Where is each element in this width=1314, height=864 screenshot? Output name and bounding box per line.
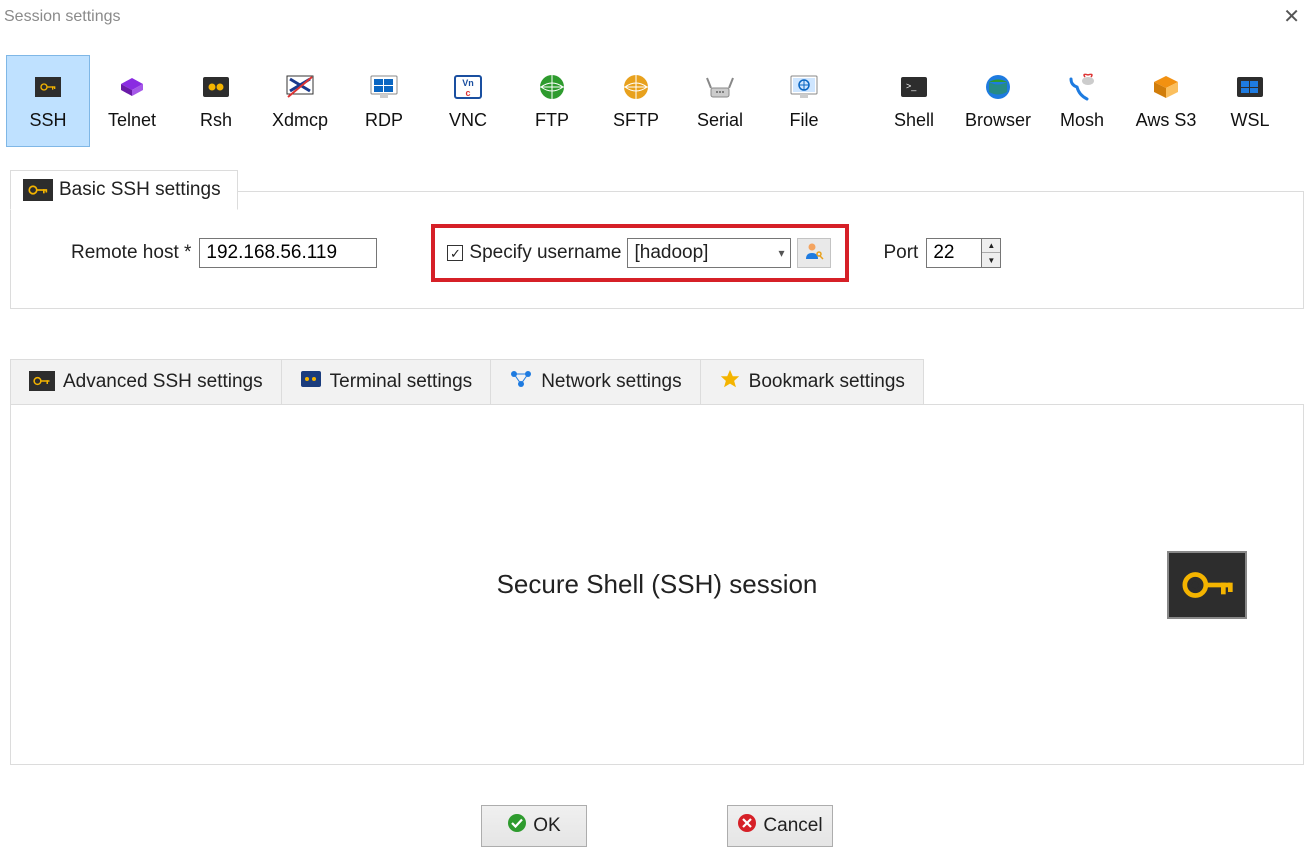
specify-username-checkbox[interactable]: ✓	[447, 245, 463, 261]
type-awss3[interactable]: Aws S3	[1124, 55, 1208, 147]
type-ftp[interactable]: FTP	[510, 55, 594, 147]
basic-settings-group: Basic SSH settings Remote host * ✓ Speci…	[10, 191, 1304, 309]
type-label: Shell	[894, 110, 934, 131]
type-shell[interactable]: >_ Shell	[872, 55, 956, 147]
svg-text:Vn: Vn	[462, 78, 474, 88]
type-vnc[interactable]: Vnc VNC	[426, 55, 510, 147]
dialog-footer: OK Cancel	[0, 805, 1314, 847]
type-label: VNC	[449, 110, 487, 131]
ssh-icon	[30, 72, 66, 102]
type-label: FTP	[535, 110, 569, 131]
type-browser[interactable]: Browser	[956, 55, 1040, 147]
type-telnet[interactable]: Telnet	[90, 55, 174, 147]
username-highlight: ✓ Specify username [hadoop] ▾	[431, 224, 849, 282]
type-label: Mosh	[1060, 110, 1104, 131]
username-value: [hadoop]	[634, 242, 708, 264]
rsh-icon	[198, 72, 234, 102]
browser-icon	[980, 72, 1016, 102]
terminal-icon	[300, 370, 322, 394]
session-type-row: SSH Telnet Rsh Xdmcp RDP Vnc VNC	[0, 31, 1314, 157]
type-sftp[interactable]: SFTP	[594, 55, 678, 147]
check-circle-icon	[507, 813, 527, 839]
remote-host-label: Remote host *	[71, 242, 191, 264]
tab-label: Network settings	[541, 371, 681, 393]
ftp-icon	[534, 72, 570, 102]
tab-label: Bookmark settings	[749, 371, 905, 393]
serial-icon	[702, 72, 738, 102]
type-mosh[interactable]: Mosh	[1040, 55, 1124, 147]
session-description-panel: Secure Shell (SSH) session	[10, 405, 1304, 765]
type-label: Xdmcp	[272, 110, 328, 131]
svg-text:>_: >_	[906, 81, 917, 91]
port-label: Port	[883, 242, 918, 264]
tab-network[interactable]: Network settings	[490, 359, 700, 404]
tab-label: Advanced SSH settings	[63, 371, 263, 393]
port-up-button[interactable]: ▲	[982, 239, 1000, 253]
rdp-icon	[366, 72, 402, 102]
basic-settings-legend-text: Basic SSH settings	[59, 179, 221, 201]
wsl-icon	[1232, 72, 1268, 102]
network-icon	[509, 369, 533, 395]
big-key-icon	[1167, 551, 1247, 619]
person-key-icon	[804, 241, 824, 266]
awss3-icon	[1148, 72, 1184, 102]
type-label: Aws S3	[1136, 110, 1197, 131]
close-icon[interactable]: ✕	[1277, 4, 1306, 29]
key-icon	[23, 179, 53, 201]
svg-text:c: c	[465, 88, 470, 98]
type-rsh[interactable]: Rsh	[174, 55, 258, 147]
type-label: Telnet	[108, 110, 156, 131]
sftp-icon	[618, 72, 654, 102]
mosh-icon	[1064, 72, 1100, 102]
type-rdp[interactable]: RDP	[342, 55, 426, 147]
type-wsl[interactable]: WSL	[1208, 55, 1292, 147]
tab-advanced-ssh[interactable]: Advanced SSH settings	[10, 359, 282, 404]
user-credentials-button[interactable]	[797, 238, 831, 268]
basic-settings-legend: Basic SSH settings	[10, 170, 238, 210]
type-label: File	[789, 110, 818, 131]
type-label: SSH	[29, 110, 66, 131]
chevron-down-icon: ▾	[778, 246, 784, 260]
type-label: SFTP	[613, 110, 659, 131]
type-file[interactable]: File	[762, 55, 846, 147]
x-circle-icon	[737, 813, 757, 839]
port-input[interactable]	[926, 238, 982, 268]
type-label: Browser	[965, 110, 1031, 131]
tab-label: Terminal settings	[330, 371, 473, 393]
cancel-label: Cancel	[763, 815, 822, 837]
window-title: Session settings	[4, 8, 121, 26]
remote-host-input[interactable]	[199, 238, 377, 268]
port-spinner[interactable]: ▲ ▼	[926, 238, 1001, 268]
port-down-button[interactable]: ▼	[982, 253, 1000, 267]
xdmcp-icon	[282, 72, 318, 102]
ok-label: OK	[533, 815, 560, 837]
type-label: Rsh	[200, 110, 232, 131]
tab-bookmark[interactable]: Bookmark settings	[700, 359, 924, 404]
type-ssh[interactable]: SSH	[6, 55, 90, 147]
telnet-icon	[114, 72, 150, 102]
session-description-title: Secure Shell (SSH) session	[497, 569, 818, 600]
type-label: WSL	[1230, 110, 1269, 131]
type-label: RDP	[365, 110, 403, 131]
type-label: Serial	[697, 110, 743, 131]
key-icon	[29, 371, 55, 393]
type-xdmcp[interactable]: Xdmcp	[258, 55, 342, 147]
ok-button[interactable]: OK	[481, 805, 587, 847]
specify-username-label: Specify username	[469, 242, 621, 264]
cancel-button[interactable]: Cancel	[727, 805, 833, 847]
star-icon	[719, 368, 741, 396]
file-icon	[786, 72, 822, 102]
settings-tabs: Advanced SSH settings Terminal settings …	[10, 359, 1304, 405]
vnc-icon: Vnc	[450, 72, 486, 102]
shell-icon: >_	[896, 72, 932, 102]
tab-terminal[interactable]: Terminal settings	[281, 359, 492, 404]
type-serial[interactable]: Serial	[678, 55, 762, 147]
username-combo[interactable]: [hadoop] ▾	[627, 238, 791, 268]
